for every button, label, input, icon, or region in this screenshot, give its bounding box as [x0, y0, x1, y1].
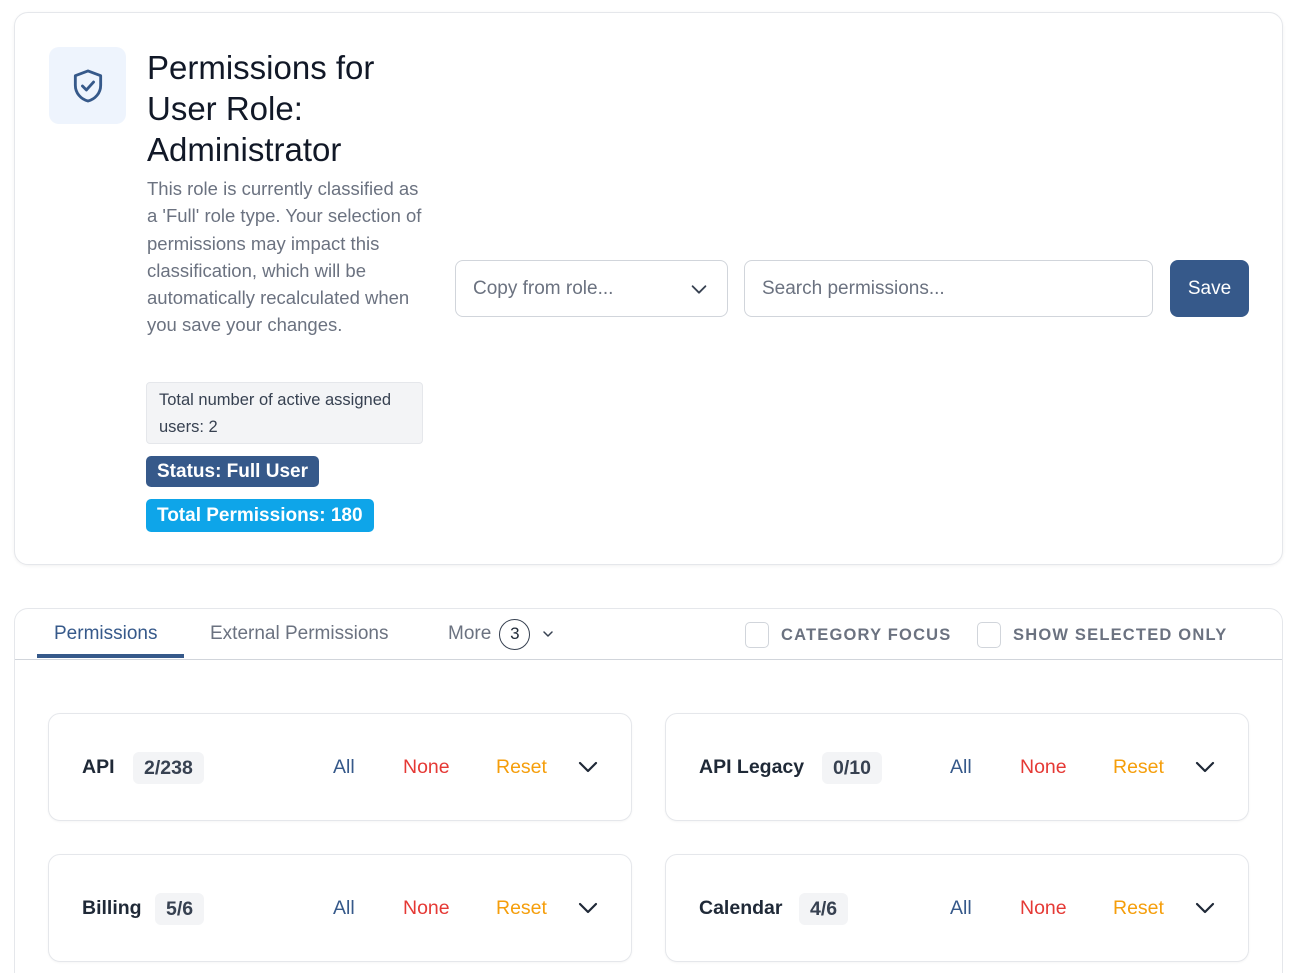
status-badge: Status: Full User	[146, 456, 319, 487]
tab-permissions[interactable]: Permissions	[54, 609, 157, 659]
category-name: Billing	[82, 897, 142, 919]
category-count: 5/6	[155, 893, 205, 925]
category-count: 0/10	[822, 752, 882, 784]
category-focus-toggle[interactable]: CATEGORY FOCUS	[745, 621, 952, 649]
role-header-card: Permissions for User Role: Administrator…	[14, 12, 1283, 565]
select-none-link[interactable]: None	[1020, 855, 1067, 961]
tab-external-label: External Permissions	[210, 623, 389, 644]
select-all-link[interactable]: All	[333, 714, 355, 820]
chevron-down-icon[interactable]	[1193, 896, 1217, 920]
category-card-api-legacy: API Legacy 0/10 All None Reset	[665, 713, 1249, 821]
tab-more[interactable]: More 3	[448, 609, 556, 659]
category-card-calendar: Calendar 4/6 All None Reset	[665, 854, 1249, 962]
more-count-badge: 3	[499, 618, 531, 650]
select-all-link[interactable]: All	[950, 855, 972, 961]
chevron-down-icon[interactable]	[1193, 755, 1217, 779]
select-all-link[interactable]: All	[333, 855, 355, 961]
category-name: API Legacy	[699, 756, 805, 778]
show-selected-checkbox[interactable]	[977, 622, 1001, 648]
chevron-down-icon[interactable]	[576, 896, 600, 920]
reset-link[interactable]: Reset	[496, 855, 547, 961]
copy-from-role-placeholder: Copy from role...	[473, 277, 614, 299]
chevron-down-icon[interactable]	[576, 755, 600, 779]
category-name: Calendar	[699, 897, 783, 919]
role-description: This role is currently classified as a '…	[147, 178, 422, 336]
tab-more-label: More	[448, 623, 492, 644]
save-button[interactable]: Save	[1170, 260, 1249, 317]
category-card-billing: Billing 5/6 All None Reset	[48, 854, 632, 962]
active-tab-indicator	[37, 654, 184, 658]
total-permissions-badge: Total Permissions: 180	[146, 499, 374, 532]
chevron-down-icon	[691, 284, 707, 294]
tab-external-permissions[interactable]: External Permissions	[210, 609, 388, 659]
show-selected-label: SHOW SELECTED ONLY	[1013, 625, 1228, 644]
category-focus-label: CATEGORY FOCUS	[781, 625, 952, 644]
select-none-link[interactable]: None	[1020, 714, 1067, 820]
active-users-info: Total number of active assigned users: 2	[146, 382, 423, 444]
category-focus-checkbox[interactable]	[745, 622, 769, 648]
reset-link[interactable]: Reset	[496, 714, 547, 820]
chevron-down-icon	[543, 631, 554, 637]
search-permissions-input[interactable]	[744, 260, 1153, 317]
tab-bar: Permissions External Permissions More 3 …	[15, 609, 1282, 660]
select-all-link[interactable]: All	[950, 714, 972, 820]
reset-link[interactable]: Reset	[1113, 714, 1164, 820]
show-selected-toggle[interactable]: SHOW SELECTED ONLY	[977, 621, 1227, 649]
category-count: 4/6	[799, 893, 849, 925]
copy-from-role-select[interactable]: Copy from role...	[455, 260, 728, 317]
category-count: 2/238	[133, 752, 204, 784]
category-card-api: API 2/238 All None Reset	[48, 713, 632, 821]
shield-check-icon	[73, 69, 102, 102]
page-title: Permissions for User Role: Administrator	[147, 49, 375, 168]
reset-link[interactable]: Reset	[1113, 855, 1164, 961]
permissions-panel: Permissions External Permissions More 3 …	[14, 608, 1283, 973]
select-none-link[interactable]: None	[403, 714, 450, 820]
category-name: API	[82, 756, 115, 778]
shield-icon-box	[49, 47, 126, 124]
select-none-link[interactable]: None	[403, 855, 450, 961]
tab-permissions-label: Permissions	[54, 623, 158, 644]
